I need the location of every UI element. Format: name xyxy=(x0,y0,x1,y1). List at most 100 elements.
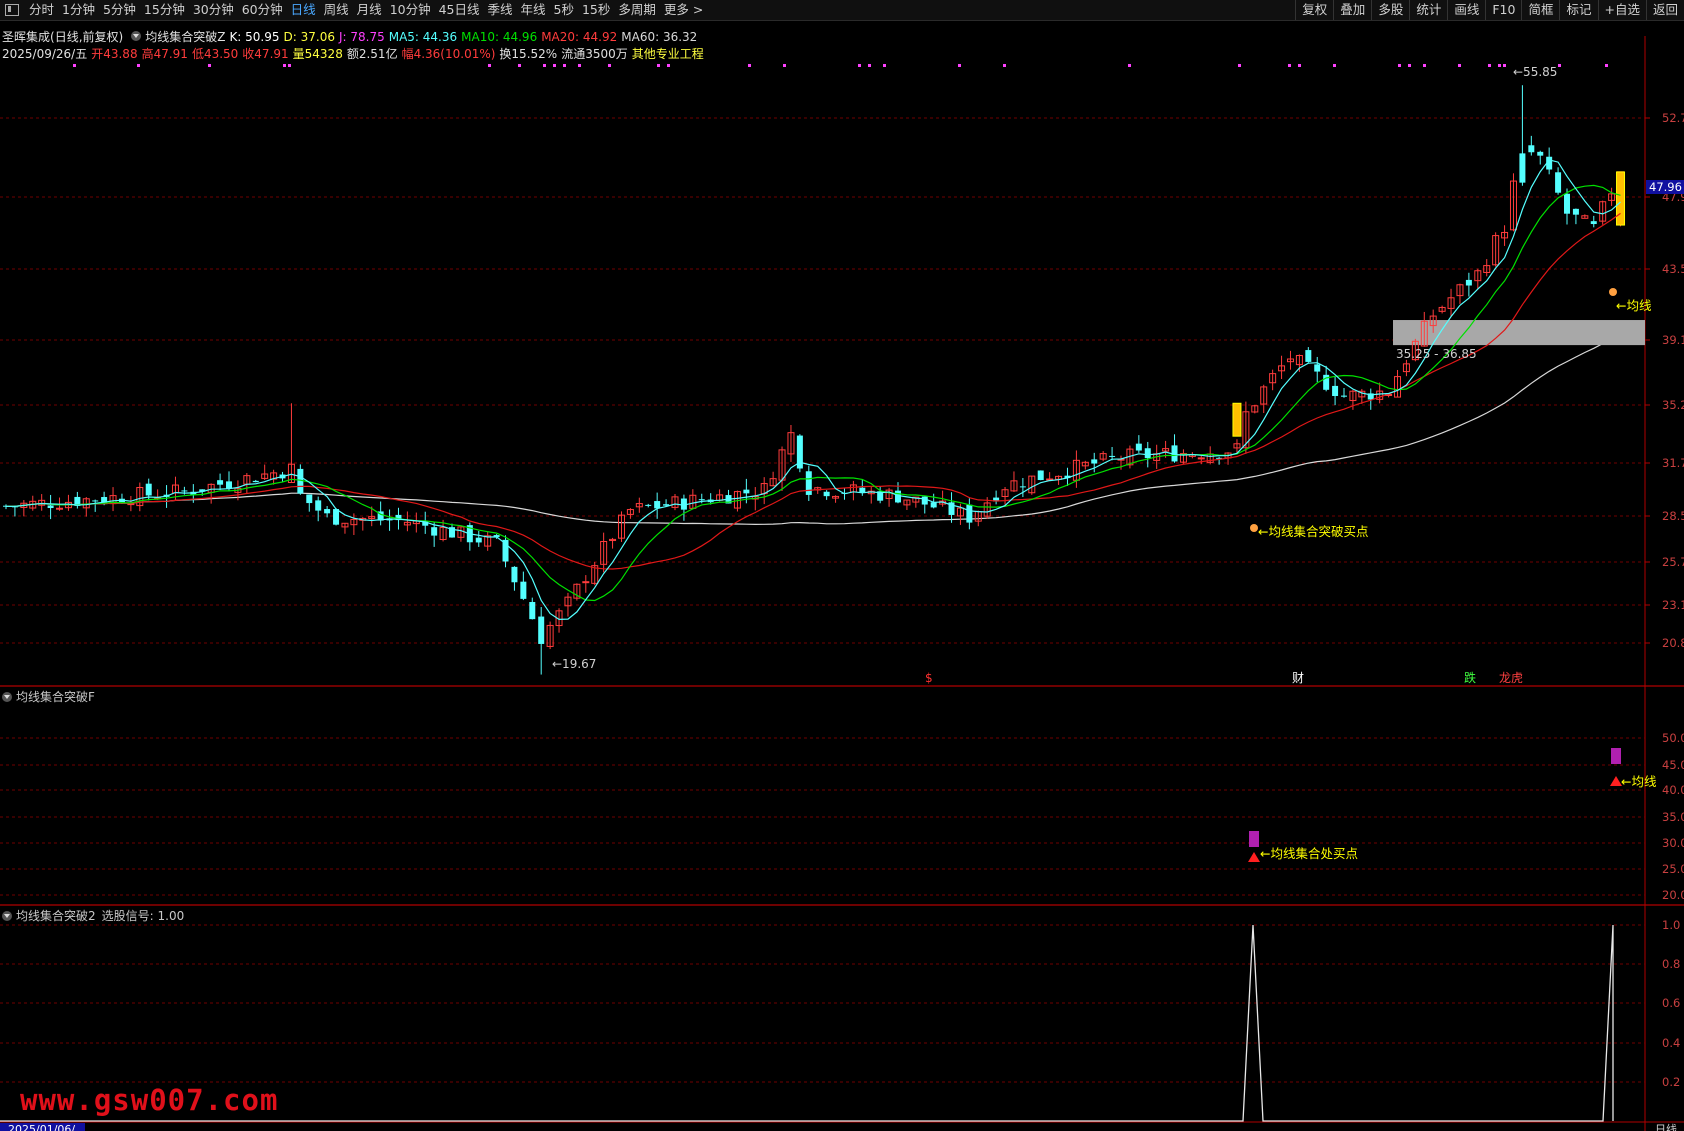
p1-label-4: 30.0 xyxy=(1662,836,1684,850)
signal-value: 选股信号: 1.00 xyxy=(101,909,185,923)
top-mark-5 xyxy=(488,64,491,67)
candle-body-122 xyxy=(1091,459,1098,464)
top-mark-29 xyxy=(1458,64,1461,67)
event-mark-0: $ xyxy=(925,671,933,685)
candle-body-176 xyxy=(1572,208,1579,215)
top-mark-21 xyxy=(1128,64,1131,67)
p1-label-5: 25.0 xyxy=(1662,862,1684,876)
top-mark-6 xyxy=(518,64,521,67)
candle-body-174 xyxy=(1555,172,1562,193)
candle-body-36 xyxy=(324,509,331,514)
candle-body-178 xyxy=(1590,221,1597,225)
p1-label-1: 45.0 xyxy=(1662,758,1684,772)
p2-label-3: 0.4 xyxy=(1662,1036,1680,1050)
ma5-path xyxy=(6,159,1621,621)
signal-candle-0 xyxy=(1232,402,1242,437)
p2-label-2: 0.6 xyxy=(1662,996,1680,1010)
top-mark-25 xyxy=(1333,64,1336,67)
candle-body-128 xyxy=(1144,448,1151,459)
top-mark-27 xyxy=(1408,64,1411,67)
p1-label-0: 50.0 xyxy=(1662,731,1684,745)
panel1-title: 均线集合突破F xyxy=(2,688,95,705)
top-mark-16 xyxy=(858,64,861,67)
top-mark-34 xyxy=(1605,64,1608,67)
top-mark-31 xyxy=(1498,64,1501,67)
top-mark-1 xyxy=(137,64,140,67)
candle-body-83 xyxy=(743,489,750,494)
top-mark-15 xyxy=(783,64,786,67)
zone-label: 35.25 - 36.85 xyxy=(1396,347,1477,361)
buy-label: ←均线集合突破买点 xyxy=(1258,524,1368,539)
cursor-hand-icon-1 xyxy=(1250,524,1258,532)
candle-body-171 xyxy=(1528,145,1535,153)
event-mark-1: 财 xyxy=(1292,671,1304,685)
candle-body-25 xyxy=(226,481,232,489)
candle-body-164 xyxy=(1465,279,1472,286)
candle-body-124 xyxy=(1109,455,1116,457)
candle-body-108 xyxy=(966,504,973,523)
candle-body-48 xyxy=(431,527,438,536)
candle-body-175 xyxy=(1564,193,1570,214)
ma-lines xyxy=(6,159,1621,621)
top-mark-33 xyxy=(1558,64,1561,67)
top-mark-10 xyxy=(578,64,581,67)
p1-signal-bar-1 xyxy=(1611,748,1621,764)
candle-body-14 xyxy=(127,503,135,506)
p1-label-2: 40.0 xyxy=(1662,783,1684,797)
price-label-5: 31.7 xyxy=(1662,456,1684,470)
candle-body-65 xyxy=(582,581,590,584)
candle-body-149 xyxy=(1332,385,1339,397)
footer-right: 日线 xyxy=(1655,1122,1677,1131)
candle-body-53 xyxy=(475,537,482,543)
kline-chart[interactable]: 2025/01/06/日线 35.25 - 36.85 ←55.85 ←19.67 ←… xyxy=(0,0,1684,1131)
panel1-dropdown-icon[interactable] xyxy=(2,691,12,702)
candle-body-28 xyxy=(252,480,259,483)
candle-body-147 xyxy=(1314,364,1321,372)
p2-label-1: 0.8 xyxy=(1662,957,1680,971)
candle-body-37 xyxy=(333,509,340,525)
top-mark-17 xyxy=(868,64,871,67)
top-mark-19 xyxy=(958,64,961,67)
top-mark-14 xyxy=(748,64,751,67)
candle-body-127 xyxy=(1135,443,1142,451)
signal-candle-1 xyxy=(1616,171,1626,226)
top-mark-8 xyxy=(553,64,556,67)
price-label-6: 28.5 xyxy=(1662,509,1684,523)
candle-body-34 xyxy=(306,494,313,504)
top-mark-24 xyxy=(1298,64,1301,67)
candle-body-10 xyxy=(92,500,99,502)
top-mark-9 xyxy=(563,64,566,67)
candle-body-170 xyxy=(1519,153,1526,183)
panel2-title: 均线集合突破2 选股信号: 1.00 xyxy=(2,907,184,924)
top-mark-22 xyxy=(1238,64,1241,67)
candle-body-134 xyxy=(1197,457,1205,460)
top-mark-0 xyxy=(73,64,76,67)
top-mark-3 xyxy=(283,64,286,67)
candle-body-100 xyxy=(895,490,901,503)
high-label: ←55.85 xyxy=(1513,65,1557,79)
panel1-title-text: 均线集合突破F xyxy=(16,690,95,704)
price-label-8: 23.1 xyxy=(1662,598,1684,612)
price-label-4: 35.2 xyxy=(1662,398,1684,412)
panel2-dropdown-icon[interactable] xyxy=(2,910,12,921)
panel2-title-text: 均线集合突破2 xyxy=(16,909,96,923)
candles xyxy=(3,85,1626,675)
candle-body-103 xyxy=(921,496,928,505)
candle-body-20 xyxy=(181,490,188,492)
top-mark-4 xyxy=(288,64,291,67)
candle-body-57 xyxy=(511,566,518,583)
resistance-zone xyxy=(1393,320,1645,346)
event-mark-3: 龙虎 xyxy=(1499,671,1523,685)
top-mark-2 xyxy=(208,64,211,67)
top-mark-30 xyxy=(1488,64,1491,67)
top-mark-18 xyxy=(883,64,886,67)
candle-body-33 xyxy=(297,468,304,494)
candle-body-35 xyxy=(315,500,322,511)
event-mark-2: 跌 xyxy=(1464,670,1476,685)
top-mark-28 xyxy=(1423,64,1426,67)
candle-body-59 xyxy=(529,602,536,620)
chart-annotations: 35.25 - 36.85 ←55.85 ←19.67 ←均线集合突破买点 ←均线 $ 财 跌… xyxy=(73,64,1652,685)
price-label-3: 39.1 xyxy=(1662,333,1684,347)
candle-body-5 xyxy=(47,505,54,509)
low-label: ←19.67 xyxy=(552,657,596,671)
